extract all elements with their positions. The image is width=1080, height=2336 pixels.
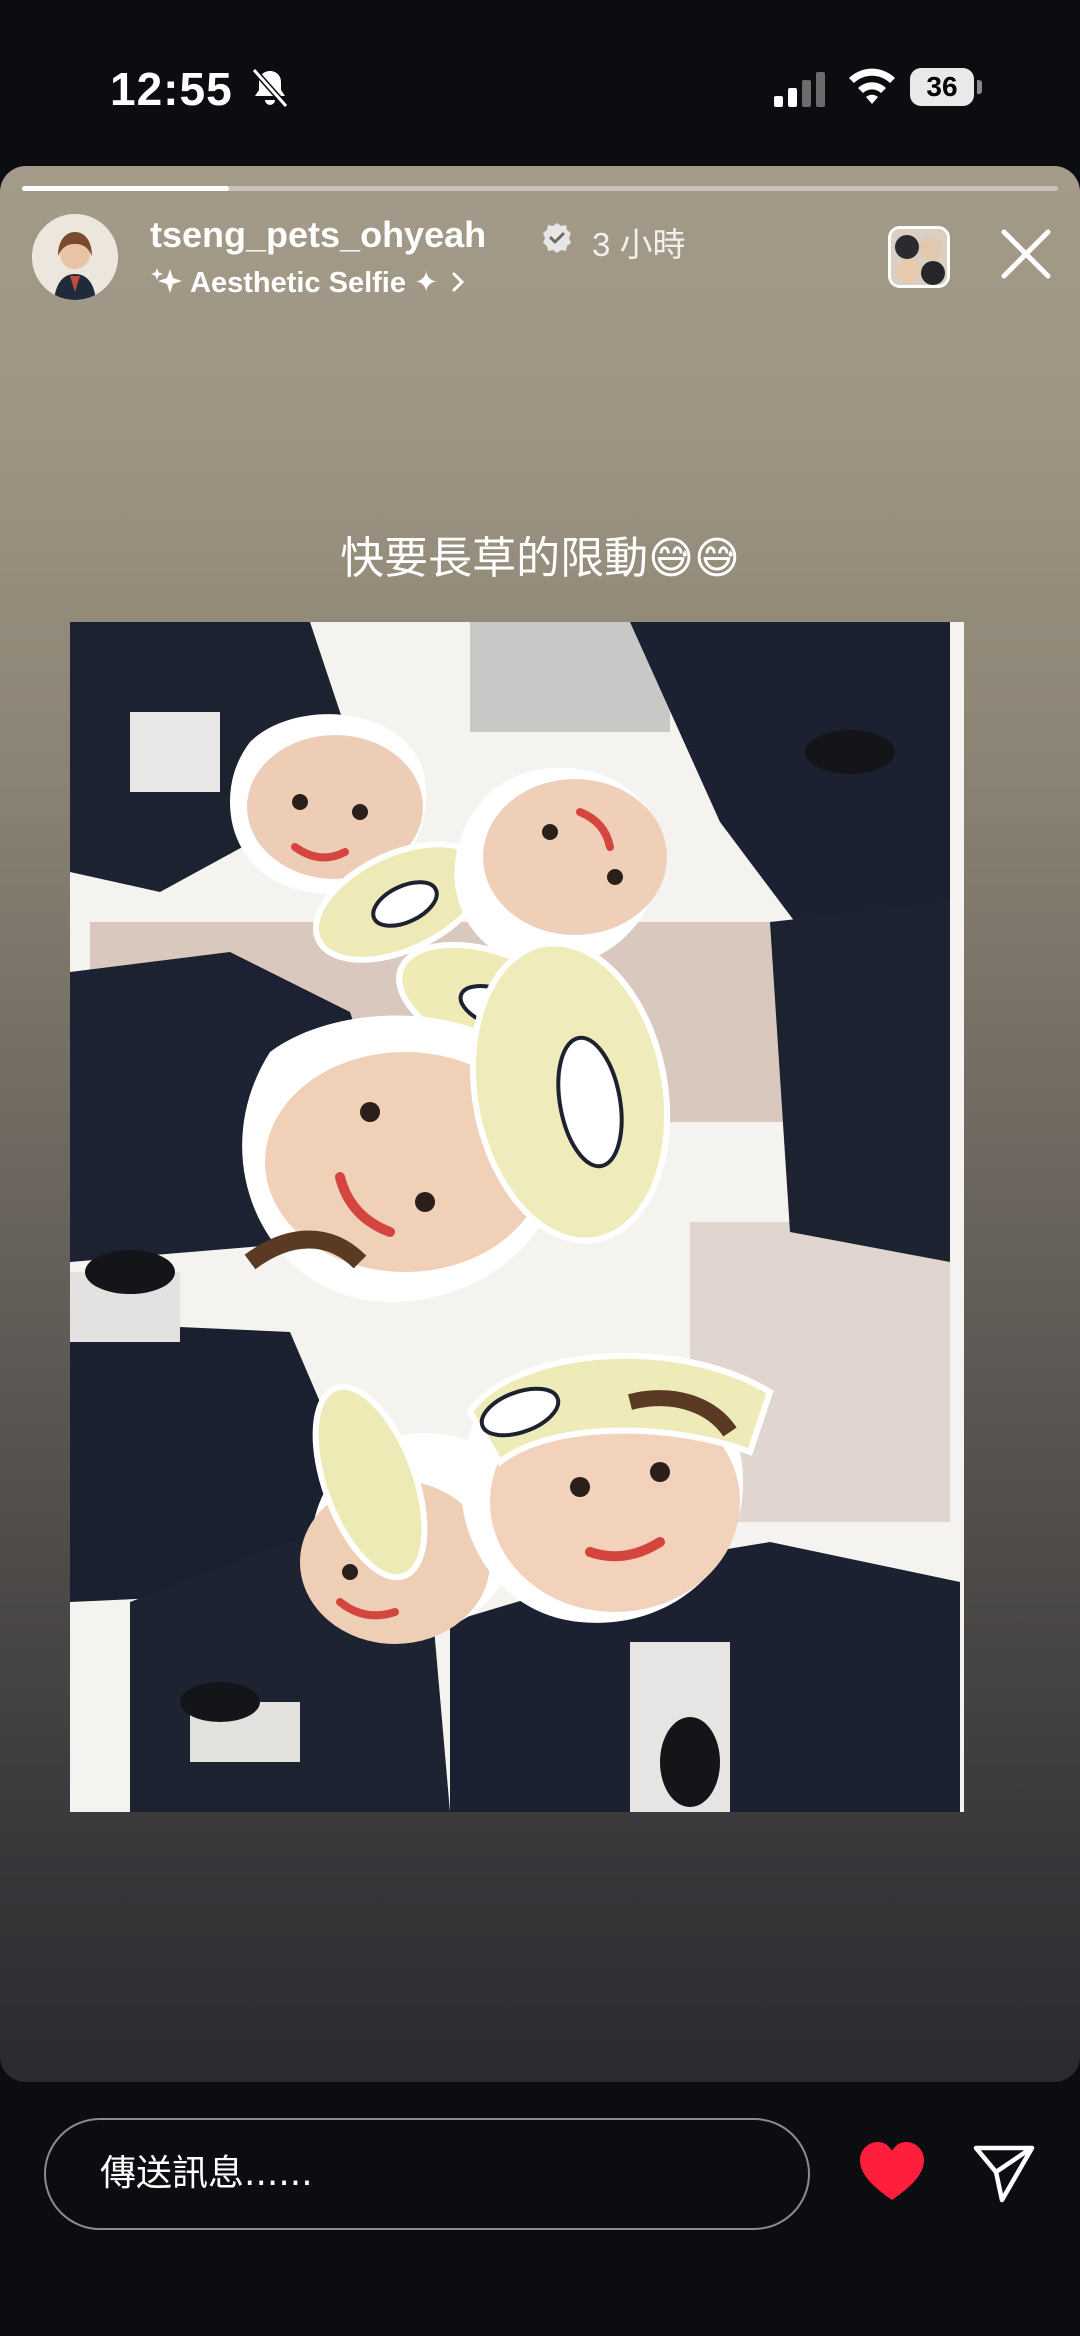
sparkles-icon <box>151 268 182 293</box>
chevron-right-icon <box>452 272 465 292</box>
status-time: 12:55 <box>110 63 233 115</box>
battery-level: 36 <box>910 68 974 106</box>
story-viewer[interactable]: tseng_pets_ohyeah 3 小時 Aesthetic Selfie … <box>0 166 1080 2082</box>
status-bar: 12:55 36 <box>0 0 1080 166</box>
story-time-ago: 3 小時 <box>592 226 686 263</box>
music-label: Aesthetic Selfie ✦ <box>190 266 439 299</box>
collage-thumbnail[interactable] <box>888 226 950 288</box>
music-sticker-link[interactable]: Aesthetic Selfie ✦ <box>150 262 470 302</box>
avatar[interactable] <box>32 214 118 300</box>
heart-icon[interactable] <box>858 2140 926 2204</box>
story-username[interactable]: tseng_pets_ohyeah <box>150 214 486 256</box>
close-icon[interactable] <box>996 224 1056 284</box>
verified-badge-icon <box>543 223 571 253</box>
cellular-signal-icon <box>774 72 825 107</box>
story-caption: 快要長草的限動😅😅 <box>340 533 740 584</box>
battery-icon: 36 <box>910 68 982 106</box>
message-input[interactable]: 傳送訊息...... <box>44 2118 810 2230</box>
story-progress-bar <box>22 186 1058 191</box>
story-photo-collage <box>70 622 964 1812</box>
wifi-icon <box>849 68 895 104</box>
story-progress-fill <box>22 186 230 191</box>
send-icon[interactable] <box>972 2142 1036 2204</box>
bell-slash-icon <box>251 68 289 108</box>
